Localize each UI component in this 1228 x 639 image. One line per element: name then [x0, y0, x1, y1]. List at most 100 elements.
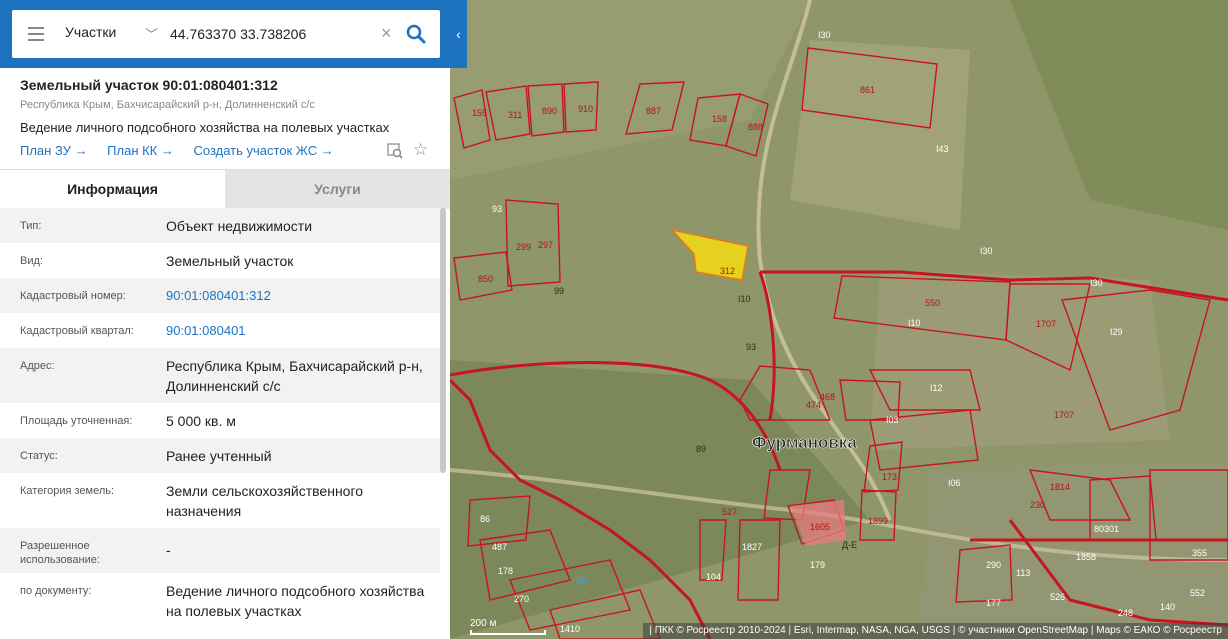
- selected-parcel-label[interactable]: 312: [720, 266, 735, 276]
- attribute-row: Тип: Объект недвижимости: [0, 208, 440, 243]
- attribute-row: Вид: Земельный участок: [0, 243, 440, 278]
- map-label: 248: [1118, 608, 1133, 618]
- map-label: 89: [696, 444, 706, 454]
- map-label: 1814: [1050, 482, 1070, 492]
- map-label: 178: [498, 566, 513, 576]
- attribute-key: Статус:: [20, 450, 58, 462]
- map-label: 311: [508, 110, 522, 120]
- attribute-key: Категория земель:: [20, 485, 115, 497]
- attribute-key: Адрес:: [20, 360, 55, 372]
- attribute-value: Объект недвижимости: [166, 218, 313, 234]
- map-label: 155: [472, 108, 487, 118]
- cadastral-quarter-link[interactable]: 90:01:080401: [166, 321, 440, 341]
- map-label: 270: [514, 594, 529, 604]
- attribute-row: Кадастровый номер: 90:01:080401:312: [0, 278, 440, 313]
- attribute-key: Кадастровый номер:: [20, 290, 126, 302]
- map-label: I30: [980, 246, 993, 256]
- create-parcel-link[interactable]: Создать участок ЖС →: [194, 143, 334, 158]
- attribute-row: Статус: Ранее учтенный: [0, 438, 440, 473]
- map-label: 861: [860, 85, 875, 95]
- map-label: 355: [1192, 548, 1207, 558]
- map-label: 158: [712, 114, 727, 124]
- map-label: 86: [480, 514, 490, 524]
- map-label: I30: [818, 30, 831, 40]
- attribute-value: Ведение личного подсобного хозяйства на …: [166, 583, 425, 619]
- map-scale: 200 м: [470, 618, 546, 635]
- info-panel: Земельный участок 90:01:080401:312 Респу…: [0, 0, 450, 639]
- parcel-header: Земельный участок 90:01:080401:312 Респу…: [0, 68, 450, 168]
- map-label: 487: [492, 542, 507, 552]
- attribute-value: -: [166, 542, 171, 558]
- attribute-value: Республика Крым, Бахчисарайский р-н, Дол…: [166, 358, 423, 394]
- map-label: I10: [908, 318, 921, 328]
- search-input[interactable]: [170, 22, 375, 46]
- find-on-map-icon[interactable]: [387, 143, 403, 159]
- map-label: 850: [478, 274, 493, 284]
- attribute-row: Адрес: Республика Крым, Бахчисарайский р…: [0, 348, 440, 403]
- map-label: 1410: [560, 624, 580, 634]
- map-label: 177: [986, 598, 1001, 608]
- village-label: Фурмановка: [752, 433, 857, 452]
- scale-label: 200 м: [470, 618, 497, 629]
- map-label: 887: [646, 106, 661, 116]
- map-attribution: | ПКК © Росреестр 2010-2024 | Esri, Inte…: [643, 623, 1228, 639]
- tab-services[interactable]: Услуги: [225, 170, 450, 209]
- parcel-location: Республика Крым, Бахчисарайский р-н, Дол…: [20, 99, 315, 111]
- attribute-key: Кадастровый квартал:: [20, 325, 134, 337]
- map-label: 113: [1016, 568, 1030, 578]
- map-label: 1605: [810, 522, 830, 532]
- plan-zu-link[interactable]: План ЗУ →: [20, 143, 88, 158]
- layer-select[interactable]: Участки: [65, 24, 116, 40]
- map-label: 1899: [868, 516, 888, 526]
- tab-bar: Информация Услуги: [0, 169, 450, 209]
- attribute-list: Тип: Объект недвижимости Вид: Земельный …: [0, 208, 440, 628]
- map-label: 80301: [1094, 524, 1119, 534]
- tab-information[interactable]: Информация: [0, 170, 225, 209]
- map-label: 527: [722, 507, 737, 517]
- map-label: 526: [1050, 592, 1065, 602]
- chevron-down-icon[interactable]: ﹀: [145, 24, 158, 43]
- parcel-purpose: Ведение личного подсобного хозяйства на …: [20, 120, 390, 135]
- map-label: I30: [1090, 278, 1103, 288]
- attribute-key: по документу:: [20, 585, 92, 597]
- plan-kk-link[interactable]: План КК →: [107, 143, 174, 158]
- cadastral-number-link[interactable]: 90:01:080401:312: [166, 286, 440, 306]
- panel-scrollbar[interactable]: [440, 208, 446, 473]
- attribute-row: Площадь уточненная: 5 000 кв. м: [0, 403, 440, 438]
- map-label: 99: [554, 286, 564, 296]
- map-label: I12: [930, 383, 943, 393]
- parcel-title: Земельный участок 90:01:080401:312: [20, 77, 278, 93]
- map-label: 140: [1160, 602, 1175, 612]
- map-label: 1707: [1036, 319, 1056, 329]
- map-label: 468: [820, 392, 835, 402]
- attribute-row: Разрешенное использование: -: [0, 528, 440, 573]
- map-label: 179: [810, 560, 825, 570]
- attribute-row: по документу: Ведение личного подсобного…: [0, 573, 440, 628]
- collapse-panel-chevron-icon[interactable]: ‹: [450, 0, 467, 68]
- map-label: 890: [542, 106, 557, 116]
- map-label: 888: [748, 122, 763, 132]
- map-canvas[interactable]: 312 Фурмановка 861 I30 I43 I30 I30 550 1…: [450, 0, 1228, 639]
- scale-bar: [470, 630, 546, 635]
- map-label: 552: [1190, 588, 1205, 598]
- map-label: I29: [1110, 327, 1123, 337]
- attribute-key: Разрешенное использование:: [20, 540, 100, 566]
- search-icon[interactable]: [404, 22, 428, 46]
- map-label: 1858: [1076, 552, 1096, 562]
- close-icon[interactable]: ×: [381, 22, 392, 44]
- map-label: 5б: [576, 575, 588, 587]
- map-view[interactable]: 312 Фурмановка 861 I30 I43 I30 I30 550 1…: [450, 0, 1228, 639]
- attribute-value: Ранее учтенный: [166, 448, 272, 464]
- search-bar: Участки ﹀ ×: [0, 0, 467, 68]
- map-label: I10: [738, 294, 751, 304]
- map-label: 1707: [1054, 410, 1074, 420]
- attribute-row: Категория земель: Земли сельскохозяйстве…: [0, 473, 440, 528]
- map-label: I43: [936, 144, 949, 154]
- map-label: 299: [516, 242, 531, 252]
- map-label: I03: [886, 415, 899, 425]
- menu-icon[interactable]: [28, 27, 44, 41]
- map-label: I06: [948, 478, 961, 488]
- favorite-star-icon[interactable]: ☆: [413, 140, 428, 160]
- map-label: 104: [706, 572, 721, 582]
- map-label: 230: [1030, 500, 1045, 510]
